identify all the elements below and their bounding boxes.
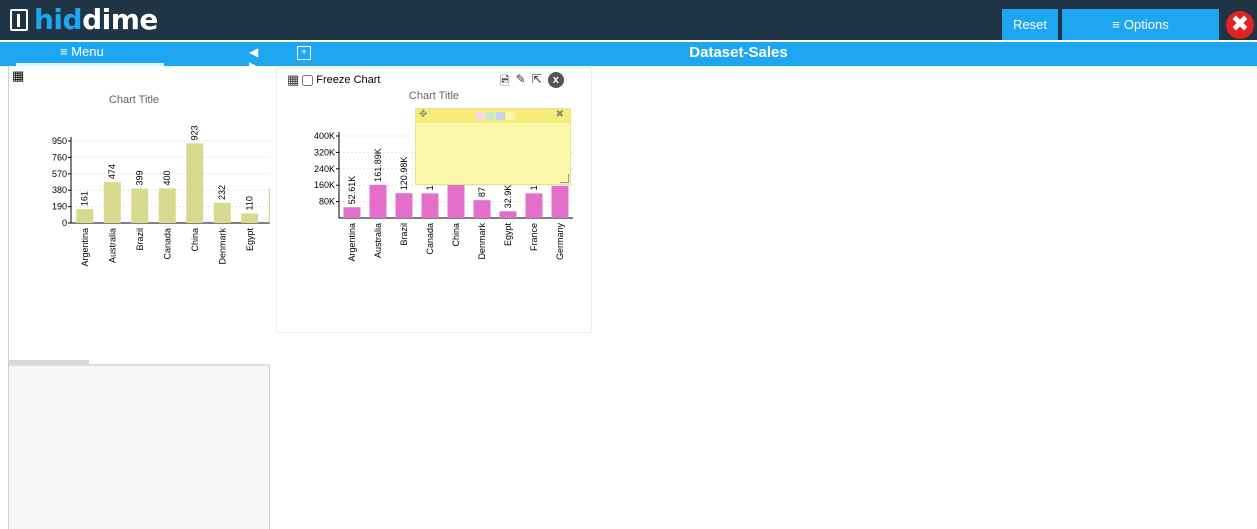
bar-denmark[interactable] [213,202,231,223]
bar-argentina[interactable] [76,209,94,223]
swatch-green[interactable] [486,112,495,120]
reset-button[interactable]: Reset [1002,9,1058,40]
sub-bar: ≡ Menu ◀ ▶ + Dataset-Sales [0,42,1257,73]
data-label: 120.98K [399,157,409,191]
bar-germany[interactable] [551,185,569,218]
close-icon[interactable]: ✖ [1226,11,1254,39]
y-tick-label: 240K [314,164,335,174]
data-label: 474 [107,164,117,179]
x-tick-label: Brazil [135,228,145,251]
bar-argentina[interactable] [343,207,361,218]
data-label: 232 [217,185,227,200]
x-tick-label: Germany [555,223,565,261]
bar-china[interactable] [186,143,204,223]
bar-canada[interactable] [158,188,176,223]
dataset-title: Dataset-Sales [689,44,788,61]
swatch-yellow[interactable] [506,112,515,120]
x-tick-label: China [190,228,200,252]
x-tick-label: Denmark [477,223,487,260]
data-label: 923 [190,125,200,140]
color-swatches [476,112,515,120]
y-tick-label: 190 [52,202,67,212]
bar-australia[interactable] [369,184,387,218]
chart-title: Chart Title [409,90,459,102]
bar-egypt[interactable] [241,213,259,223]
logo-icon [10,9,28,31]
close-icon[interactable]: ✖ [556,109,564,120]
bar-australia[interactable] [103,182,121,223]
x-tick-label: Brazil [399,223,409,246]
bar-egypt[interactable] [499,211,517,218]
y-tick-label: 760 [52,152,67,162]
x-tick-label: Egypt [503,223,513,247]
y-tick-label: 80K [319,197,335,207]
horizontal-scrollbar[interactable] [9,360,89,364]
y-tick-label: 160K [314,180,335,190]
grid-icon[interactable]: ▦ [12,68,24,83]
y-tick-label: 400K [314,131,335,141]
x-tick-label: Canada [162,228,172,260]
swatch-pink[interactable] [476,112,485,120]
bar-france[interactable] [525,193,543,218]
hamburger-icon: ≡ [60,44,72,59]
y-tick-label: 950 [52,136,67,146]
logo: hiddime [10,4,158,36]
x-tick-label: Argentina [347,223,357,262]
options-label: Options [1123,17,1169,32]
move-icon[interactable]: ✥ [419,109,427,120]
x-tick-label: Canada [425,223,435,255]
x-tick-label: Australia [107,228,117,263]
bar-chart: 0 190 380 570 760 950 161 Argentina 474 Australia… [52,125,270,267]
bar-canada[interactable] [421,193,439,218]
bar-china[interactable] [447,183,465,218]
data-label: 110 [245,196,255,210]
bar-denmark[interactable] [473,200,491,218]
sidebar: ▦ Chart Title 0 190 380 570 760 950 161 Argenti… [8,66,270,529]
data-label: 1 [529,185,539,190]
data-label: 399 [135,171,145,186]
main-chart-panel: ▦ Freeze Chart 🖻 ✎ ⇱ x Chart Title 80K 16… [276,67,592,333]
bar-france[interactable] [268,188,270,223]
logo-text: hiddime [34,3,158,36]
sidebar-chart-panel: ▦ Chart Title 0 190 380 570 760 950 161 Argenti… [9,66,270,366]
sticky-note-header[interactable]: ✥ ✖ [416,109,570,123]
menu-label: Menu [71,44,104,59]
sidebar-chart: ▦ Chart Title 0 190 380 570 760 950 161 Argenti… [12,68,270,267]
y-tick-label: 320K [314,147,335,157]
data-label: 87 [477,187,487,197]
hamburger-icon: ≡ [1112,17,1120,32]
x-tick-label: Egypt [245,228,255,252]
top-bar: hiddime Reset ≡ Options ✖ [0,0,1257,40]
y-tick-label: 0 [62,218,67,228]
y-tick-label: 380 [52,185,67,195]
x-tick-label: Australia [373,223,383,258]
data-label: 32.9K [503,185,513,209]
x-tick-label: France [529,223,539,251]
bar-brazil[interactable] [395,193,413,218]
data-label: 400 [162,170,172,185]
sticky-note[interactable]: ✥ ✖ [415,108,571,185]
swatch-blue[interactable] [496,112,505,120]
chart-title: Chart Title [109,94,159,106]
bar-brazil[interactable] [131,188,149,223]
x-tick-label: Denmark [217,228,227,265]
y-tick-label: 570 [52,169,67,179]
sticky-note-resize-icon[interactable] [560,174,569,183]
data-label: 1 [425,185,435,190]
data-label: 161.89K [373,148,383,182]
options-button[interactable]: ≡ Options [1062,9,1219,40]
data-label: 161 [80,191,90,206]
data-label: 52.61K [347,176,357,205]
x-tick-label: China [451,223,461,247]
x-tick-label: Argentina [80,228,90,267]
